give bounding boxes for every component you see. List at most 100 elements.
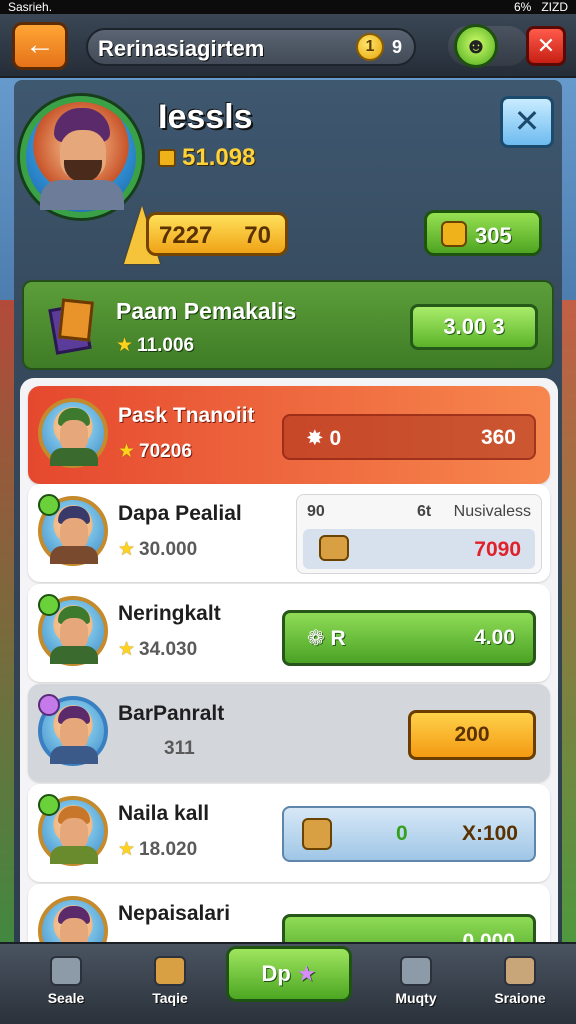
list-item-name: Pask Tnanoiit	[118, 404, 255, 427]
avatar-body	[40, 180, 124, 210]
player-gold: 51.098	[158, 144, 255, 172]
star-icon: ★	[116, 335, 134, 356]
avatar	[38, 694, 108, 766]
crate-icon	[154, 956, 186, 986]
detail-label-1: 90	[307, 503, 325, 520]
rank-bar: 7227 70	[146, 212, 288, 256]
player-gold-value: 51.098	[182, 144, 256, 171]
resource-chip[interactable]: 305	[424, 210, 542, 256]
list-item[interactable]: Pask Tnanoiit ★ 70206 ✸ 0 360	[28, 386, 550, 484]
list-item-score-value: 30.000	[139, 539, 198, 560]
nav-label: Dp	[261, 961, 291, 986]
flower-icon	[38, 694, 60, 716]
featured-name: Paam Pemakalis	[116, 298, 297, 324]
avatar-body	[50, 546, 98, 564]
avatar	[38, 398, 108, 468]
bucket-icon	[302, 818, 332, 850]
list-item-name: Naila kall	[118, 802, 210, 825]
bottom-nav: Seale Taqie Dp ★ Muqty Sraione	[0, 942, 576, 1024]
status-bar: Sasrieh. 6% ZIZD	[0, 0, 576, 14]
avatar	[38, 594, 108, 666]
list-item-name: BarPanralt	[118, 702, 225, 725]
avatar	[38, 794, 108, 866]
list-item-score: ★ 34.030	[118, 638, 197, 661]
nav-item-center[interactable]: Dp ★	[226, 946, 352, 1002]
star-icon: ★	[118, 539, 136, 560]
featured-score: ★ 11.006	[116, 334, 194, 357]
reward-button[interactable]: 200	[408, 710, 536, 760]
detail-label-2: 6t	[417, 503, 432, 520]
reward-right: X:100	[461, 822, 518, 845]
reward-left: ✸ 0	[306, 426, 341, 451]
card-front	[57, 298, 95, 342]
reward-pill[interactable]: 0 X:100	[282, 806, 536, 862]
star-icon: ★	[118, 441, 136, 462]
house-icon	[50, 956, 82, 986]
close-button[interactable]: ✕	[526, 26, 566, 66]
background-left-decoration	[0, 300, 14, 960]
star-icon: ★	[296, 961, 317, 986]
dismiss-button[interactable]: ✕	[500, 96, 554, 148]
avatar-body	[50, 846, 98, 864]
list-item-score: 311	[164, 738, 195, 759]
avatar-body	[50, 646, 98, 664]
list-item-name: Dapa Pealial	[118, 502, 242, 525]
coin-count: 9	[392, 37, 403, 57]
nav-item-shop[interactable]: Taqie	[120, 952, 220, 1018]
rank-value-a: 7227	[159, 222, 213, 249]
avatar-body	[50, 448, 98, 466]
badge-icon	[38, 594, 60, 616]
avatar-body	[50, 746, 98, 764]
status-left-text: Sasrieh.	[8, 0, 53, 14]
list-item-score: ★ 18.020	[118, 838, 197, 861]
reward-pill[interactable]: ❁ R 4.00	[282, 610, 536, 666]
top-bar: ← Rerinasiagirtem 1 9 ☻ ✕	[0, 14, 576, 78]
rank-value-b: 70	[244, 222, 271, 249]
list-item-name: Neringkalt	[118, 602, 221, 625]
nav-item-settings[interactable]: Sraione	[470, 952, 570, 1018]
featured-score-value: 11.006	[137, 335, 195, 356]
avatar-beard	[64, 160, 102, 182]
nav-item-home[interactable]: Seale	[16, 952, 116, 1018]
player-avatar[interactable]	[20, 96, 142, 218]
card-pack-icon	[46, 296, 100, 358]
reward-pill[interactable]: ✸ 0 360	[282, 414, 536, 460]
wheat-icon: ❁	[307, 627, 331, 650]
page-title: Rerinasiagirtem	[98, 36, 265, 61]
nav-label: Sraione	[494, 990, 546, 1006]
badge-icon	[38, 794, 60, 816]
detail-bar: 7090	[303, 529, 535, 569]
detail-label-3: Nusivaless	[453, 503, 531, 520]
title-pill: Rerinasiagirtem 1 9	[86, 28, 416, 66]
battery-text: 6%	[513, 0, 532, 14]
list-item[interactable]: Dapa Pealial ★ 30.000 90 6t Nusivaless 70…	[28, 484, 550, 582]
reward-right: 4.00	[474, 626, 515, 649]
featured-offer[interactable]: Paam Pemakalis ★ 11.006 3.00 3	[22, 280, 554, 370]
back-button[interactable]: ←	[12, 22, 68, 70]
nav-item-tools[interactable]: Muqty	[366, 952, 466, 1018]
list-item-score-value: 18.020	[139, 839, 198, 860]
back-arrow-icon: ←	[25, 28, 55, 61]
sparkle-icon: ✸	[306, 427, 330, 450]
star-icon: ★	[118, 639, 136, 660]
close-icon: ✕	[536, 33, 556, 58]
gold-icon	[158, 149, 176, 167]
smiley-gem-icon[interactable]: ☻	[454, 24, 498, 68]
list-item-score-value: 70206	[139, 441, 192, 462]
list-item[interactable]: Neringkalt ★ 34.030 ❁ R 4.00	[28, 584, 550, 682]
coin-icon: 1	[356, 33, 384, 61]
featured-claim-button[interactable]: 3.00 3	[410, 304, 538, 350]
star-icon: ★	[118, 839, 136, 860]
list-item-name: Nepaisalari	[118, 902, 231, 925]
list-item-score: ★ 30.000	[118, 538, 197, 561]
reward-left: ❁ R	[307, 626, 346, 651]
list-item-score: ★ 70206	[118, 440, 192, 463]
detail-box[interactable]: 90 6t Nusivaless 7090	[296, 494, 542, 574]
background-right-decoration	[562, 300, 576, 960]
reward-left: 0	[396, 822, 408, 845]
list-item[interactable]: Naila kall ★ 18.020 0 X:100	[28, 784, 550, 882]
leaderboard-list: Pask Tnanoiit ★ 70206 ✸ 0 360 Dapa Pealia…	[20, 378, 558, 958]
list-item[interactable]: BarPanralt 311 200	[28, 684, 550, 782]
reward-left-value: R	[330, 627, 346, 650]
clock-text: ZIZD	[541, 0, 568, 14]
